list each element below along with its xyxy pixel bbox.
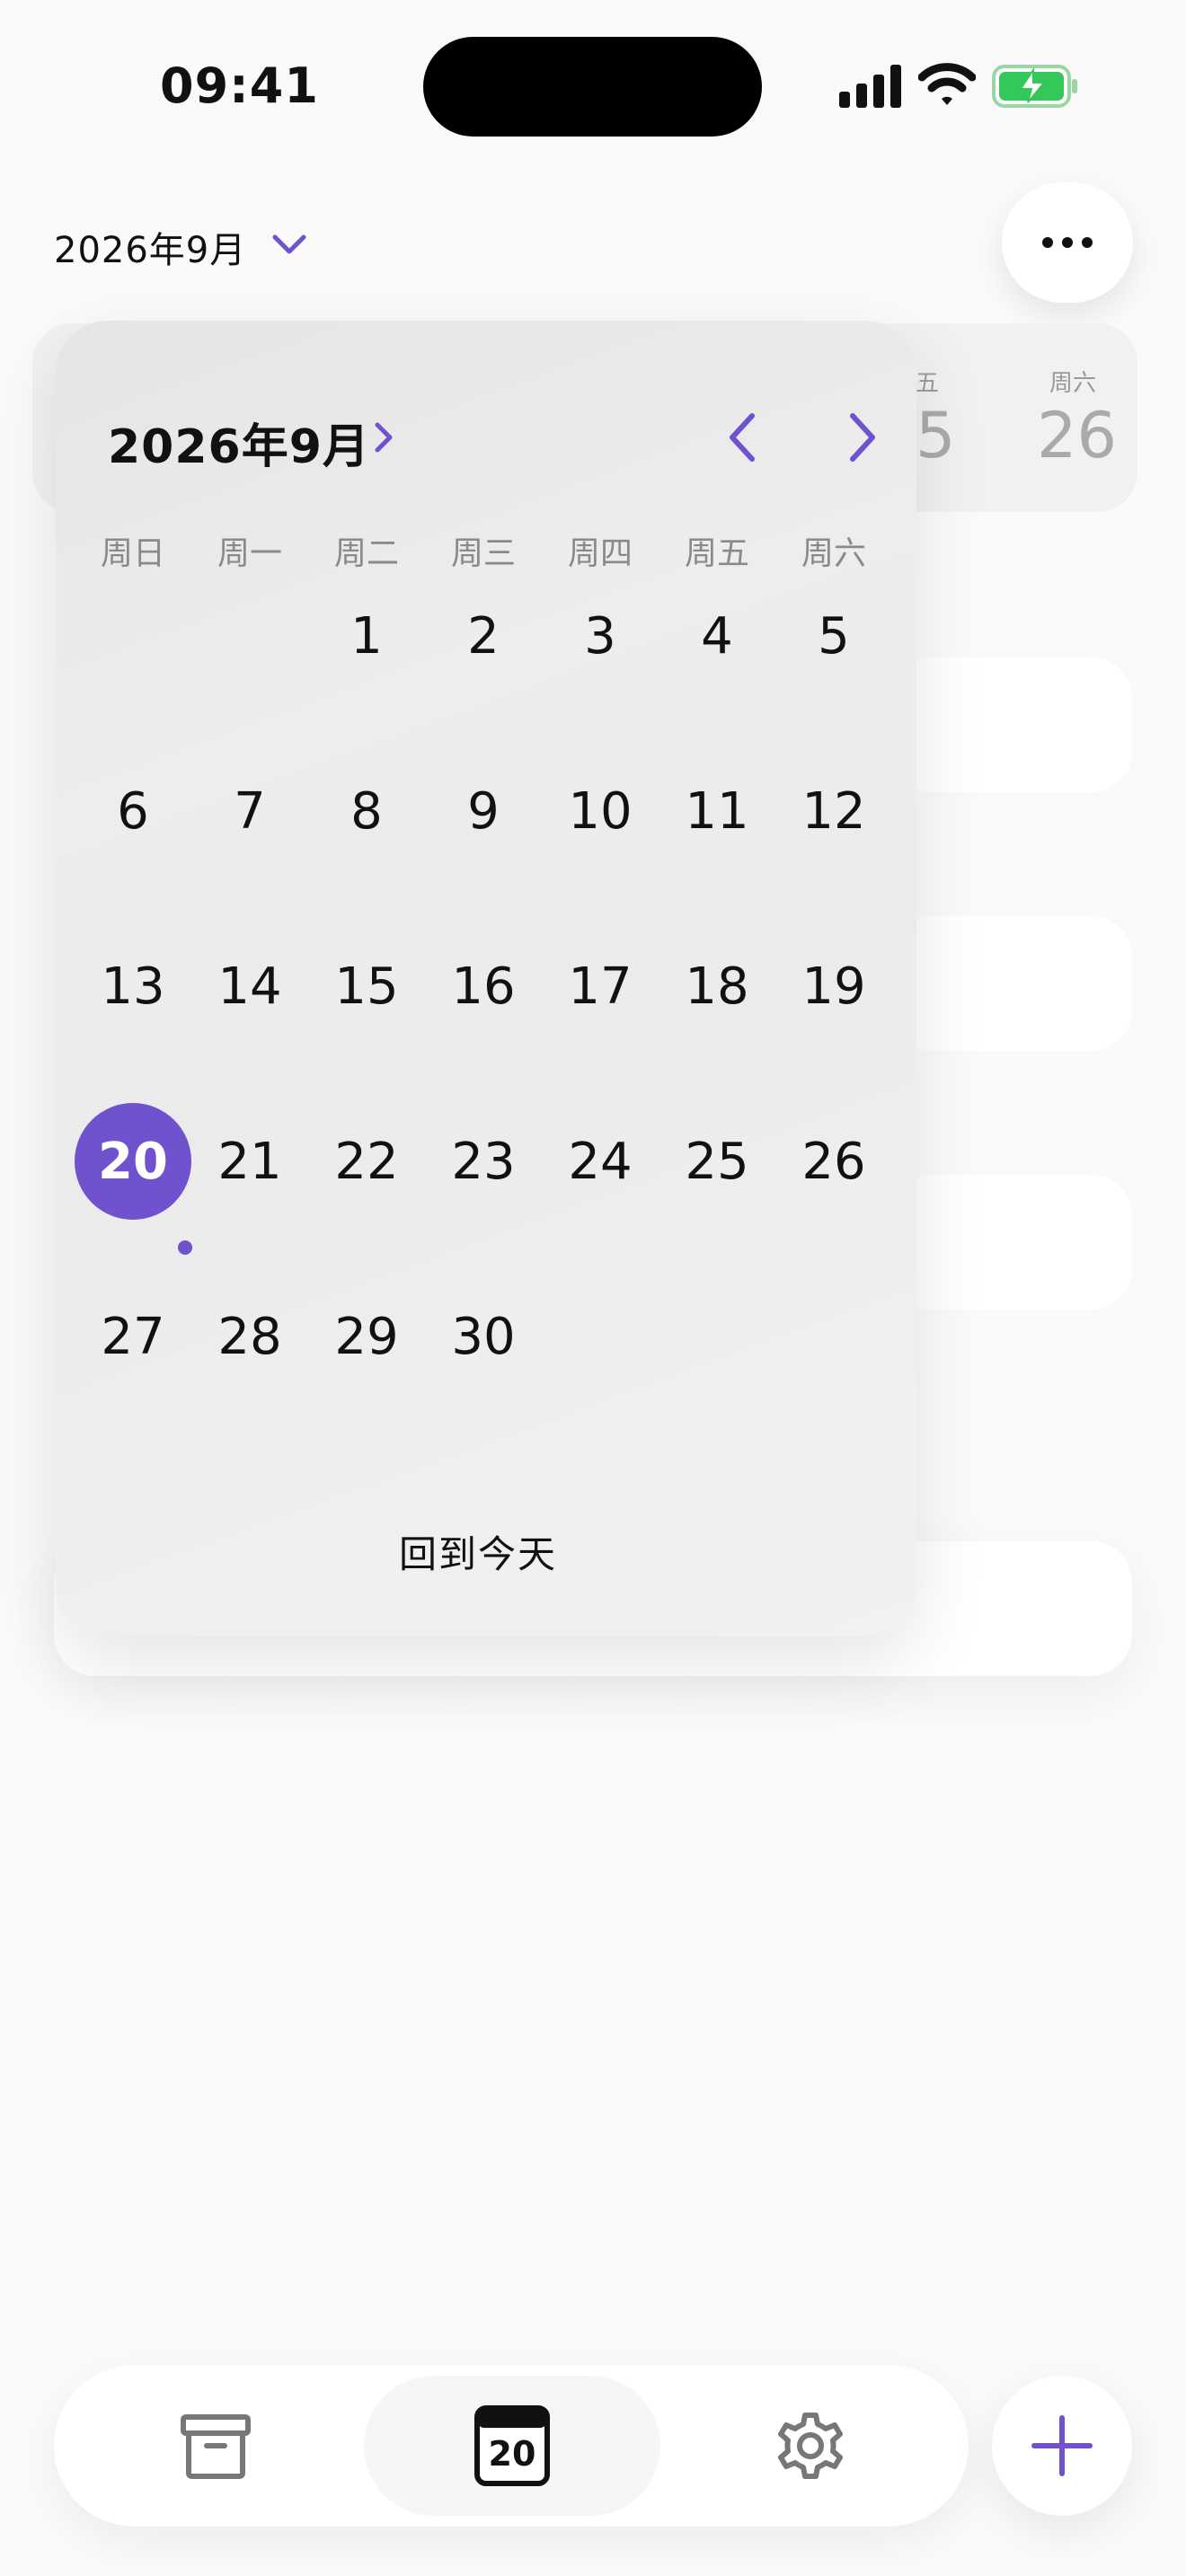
event-card[interactable] <box>890 657 1132 792</box>
ellipsis-icon <box>1042 237 1053 248</box>
calendar-day[interactable]: 10 <box>542 753 659 869</box>
calendar-day[interactable]: 19 <box>775 928 892 1045</box>
cellular-signal-icon <box>839 65 901 108</box>
today-indicator-dot <box>178 1240 192 1255</box>
calendar-day[interactable]: 21 <box>191 1103 308 1220</box>
calendar-day[interactable]: 8 <box>308 753 425 869</box>
previous-month-button[interactable] <box>712 401 774 473</box>
calendar-icon: 20 <box>474 2405 550 2486</box>
gear-icon <box>778 2413 843 2479</box>
calendar-day[interactable]: 18 <box>659 928 775 1045</box>
calendar-tab-day: 20 <box>488 2434 536 2474</box>
week-day-number[interactable]: 26 <box>1037 399 1117 472</box>
calendar-day[interactable]: 13 <box>75 928 191 1045</box>
event-card[interactable] <box>890 916 1132 1051</box>
calendar-day[interactable]: 15 <box>308 928 425 1045</box>
calendar-day[interactable]: 28 <box>191 1278 308 1395</box>
calendar-day[interactable]: 24 <box>542 1103 659 1220</box>
week-day-label: 周六 <box>1049 370 1097 397</box>
calendar-day[interactable]: 4 <box>659 578 775 694</box>
weekday-header: 周二 <box>333 535 399 572</box>
week-day-number[interactable]: 5 <box>916 399 956 472</box>
settings-tab[interactable] <box>766 2401 855 2491</box>
calendar-day[interactable]: 16 <box>425 928 542 1045</box>
calendar-day[interactable]: 26 <box>775 1103 892 1220</box>
month-selector-label[interactable]: 2026年9月 <box>54 221 246 273</box>
calendar-day[interactable]: 22 <box>308 1103 425 1220</box>
calendar-day[interactable]: 12 <box>775 753 892 869</box>
weekday-header: 周五 <box>684 535 749 572</box>
calendar-day[interactable]: 23 <box>425 1103 542 1220</box>
add-event-button[interactable] <box>992 2376 1132 2516</box>
tab-bar: 20 <box>54 2365 969 2527</box>
calendar-day[interactable]: 5 <box>775 578 892 694</box>
chevron-down-icon[interactable] <box>271 232 307 257</box>
next-month-button[interactable] <box>830 401 893 473</box>
calendar-day[interactable]: 17 <box>542 928 659 1045</box>
calendar-day[interactable]: 1 <box>308 578 425 694</box>
chevron-right-icon <box>850 413 875 462</box>
calendar-day[interactable]: 25 <box>659 1103 775 1220</box>
plus-icon <box>1031 2415 1093 2476</box>
status-time: 09:41 <box>160 57 319 114</box>
battery-charging-icon <box>992 65 1077 108</box>
calendar-title[interactable]: 2026年9月 <box>108 409 370 476</box>
weekday-header: 周日 <box>100 535 165 572</box>
archive-tab[interactable] <box>171 2401 261 2491</box>
calendar-tab[interactable]: 20 <box>467 2401 557 2491</box>
calendar-day[interactable]: 27 <box>75 1278 191 1395</box>
weekday-header: 周四 <box>567 535 633 572</box>
calendar-day-selected[interactable]: 20 <box>75 1103 191 1220</box>
event-card[interactable] <box>890 1175 1132 1310</box>
more-options-button[interactable] <box>1002 182 1133 303</box>
calendar-day[interactable]: 2 <box>425 578 542 694</box>
calendar-day[interactable]: 14 <box>191 928 308 1045</box>
weekday-header: 周三 <box>450 535 516 572</box>
calendar-popover: 2026年9月 周日 周一 周二 周三 周四 周五 周六 1 2 3 4 5 6 7 8 9 10 11 12 13… <box>56 321 916 1636</box>
calendar-day[interactable]: 3 <box>542 578 659 694</box>
calendar-day[interactable]: 30 <box>425 1278 542 1395</box>
calendar-day[interactable]: 6 <box>75 753 191 869</box>
weekday-header: 周六 <box>801 535 866 572</box>
dynamic-island <box>423 37 762 137</box>
archive-box-icon <box>181 2414 251 2479</box>
calendar-day[interactable]: 7 <box>191 753 308 869</box>
week-day-label: 五 <box>916 370 940 397</box>
chevron-right-icon[interactable] <box>370 418 397 457</box>
calendar-day[interactable]: 11 <box>659 753 775 869</box>
calendar-day[interactable]: 9 <box>425 753 542 869</box>
wifi-icon <box>918 63 976 105</box>
calendar-day[interactable]: 29 <box>308 1278 425 1395</box>
weekday-header: 周一 <box>217 535 282 572</box>
back-to-today-button[interactable]: 回到今天 <box>325 1524 631 1579</box>
chevron-left-icon <box>730 413 755 462</box>
